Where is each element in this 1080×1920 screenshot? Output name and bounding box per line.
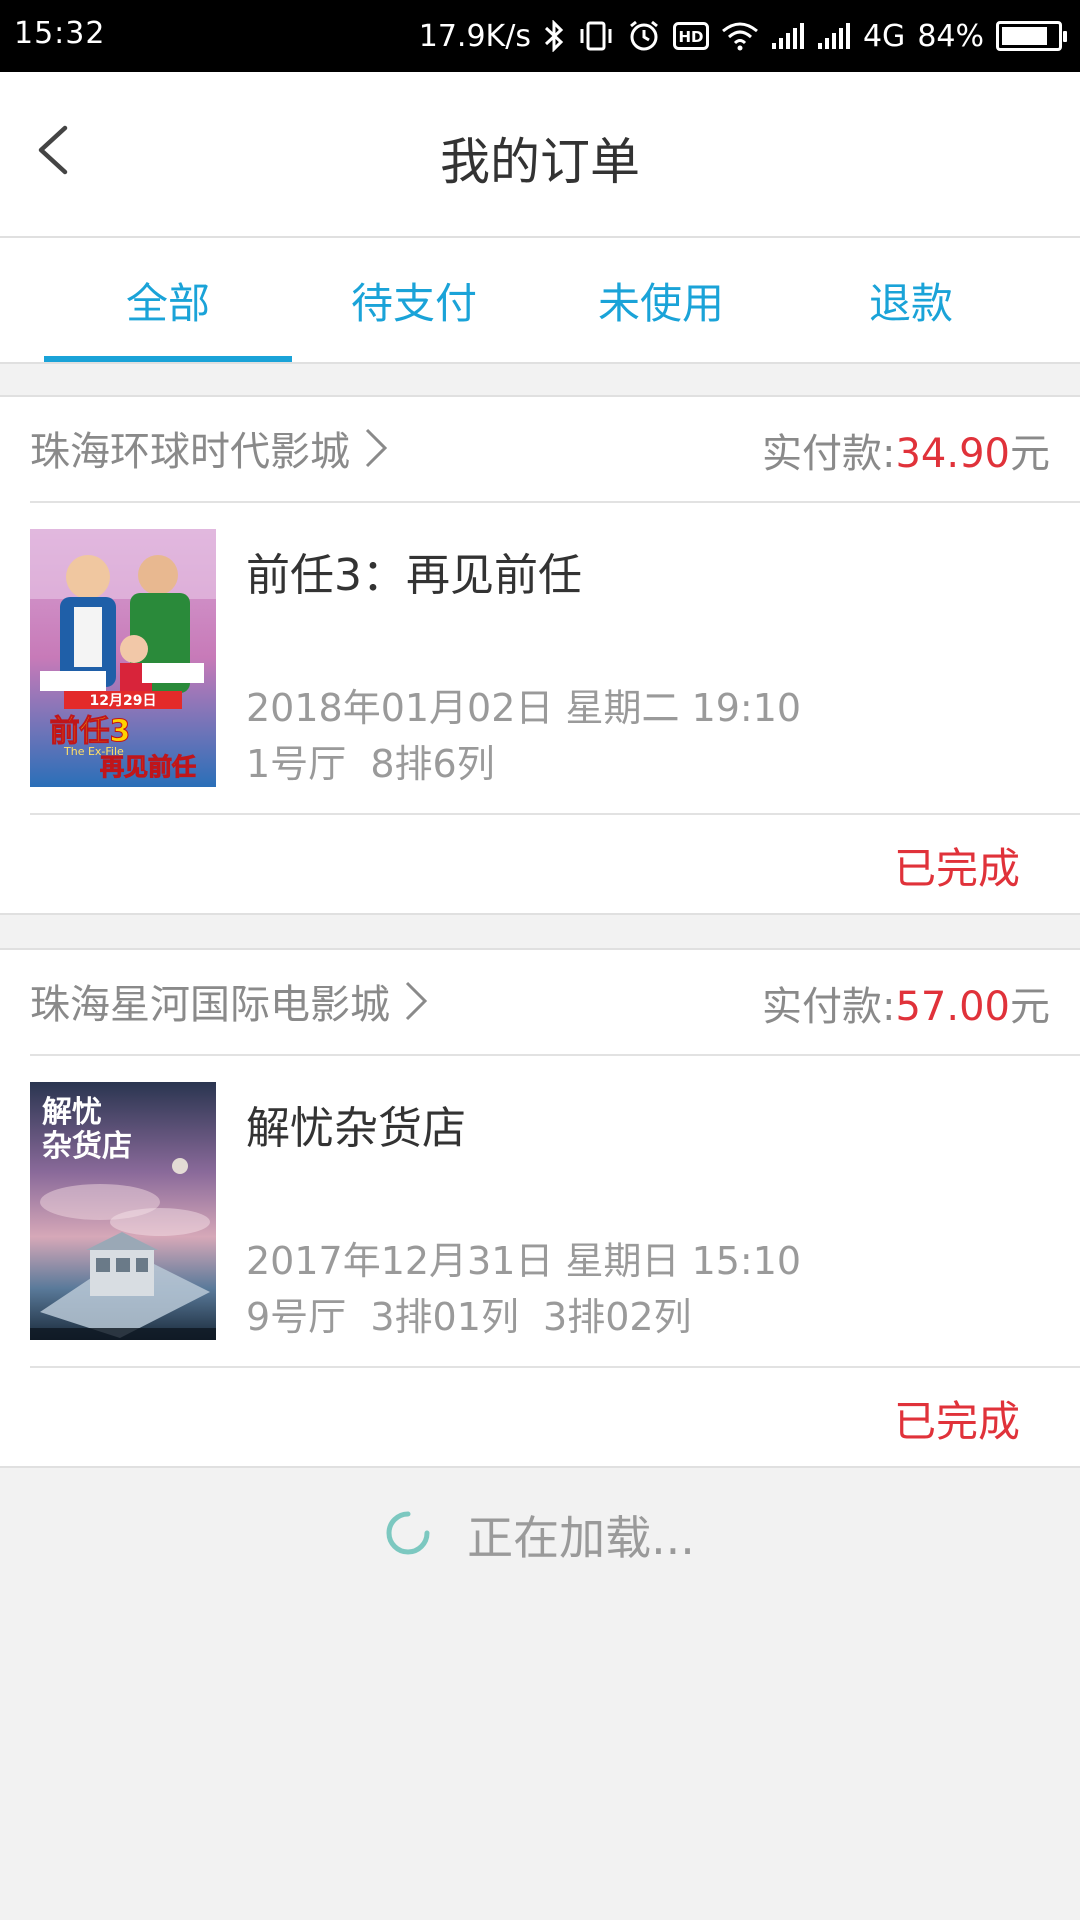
- tab-unused[interactable]: 未使用: [536, 238, 786, 362]
- tab-refund[interactable]: 退款: [786, 238, 1036, 362]
- hall-seats: 1号厅 8排6列: [246, 742, 495, 786]
- bluetooth-icon: [543, 20, 565, 52]
- movie-title: 解忧杂货店: [246, 1103, 466, 1154]
- showtime: 2018年01月02日 星期二 19:10: [246, 686, 802, 730]
- paid-amount: 实付款:34.90元: [762, 421, 1050, 479]
- chevron-right-icon: [364, 427, 388, 469]
- order-detail[interactable]: 12月29日 前任3 The Ex-File 再见前任 前任3：再见前任 201…: [30, 503, 1080, 815]
- order-card: 珠海环球时代影城 实付款:34.90元 12月29日 前任3 The Ex-Fi…: [0, 395, 1080, 915]
- battery-percent: 84%: [917, 18, 984, 54]
- loading-indicator: 正在加载...: [0, 1470, 1080, 1600]
- network-speed: 17.9K/s: [418, 18, 531, 54]
- svg-text:再见前任: 再见前任: [100, 753, 196, 781]
- order-card-header: 珠海环球时代影城 实付款:34.90元: [30, 397, 1080, 503]
- tab-pending-payment[interactable]: 待支付: [292, 238, 536, 362]
- page-title: 我的订单: [440, 133, 640, 191]
- wifi-icon: [721, 21, 759, 51]
- battery-icon: [996, 21, 1067, 51]
- cinema-name: 珠海环球时代影城: [30, 429, 350, 475]
- tab-all[interactable]: 全部: [44, 238, 292, 362]
- movie-poster: 12月29日 前任3 The Ex-File 再见前任: [30, 529, 216, 787]
- hall-seats: 9号厅 3排01列 3排02列: [246, 1295, 692, 1339]
- order-card: 珠海星河国际电影城 实付款:57.00元 解忧 杂货店 解忧杂货店 2017年1…: [0, 948, 1080, 1468]
- order-detail[interactable]: 解忧 杂货店 解忧杂货店 2017年12月31日 星期日 15:10 9号厅 3…: [30, 1056, 1080, 1368]
- amount-value: 57.00: [895, 984, 1010, 1030]
- hd-icon: HD: [672, 22, 709, 50]
- signal-icon: [771, 21, 805, 51]
- movie-title: 前任3：再见前任: [246, 550, 582, 601]
- signal-icon-2: [817, 21, 851, 51]
- spinner-icon: [385, 1510, 431, 1560]
- paid-amount: 实付款:57.00元: [762, 974, 1050, 1032]
- active-tab-indicator: [44, 356, 292, 362]
- showtime: 2017年12月31日 星期日 15:10: [246, 1239, 802, 1283]
- tab-bar: 全部 待支付 未使用 退款: [0, 238, 1080, 364]
- svg-text:杂货店: 杂货店: [42, 1129, 132, 1164]
- order-card-header: 珠海星河国际电影城 实付款:57.00元: [30, 950, 1080, 1056]
- status-right-group: 17.9K/s HD 4G 84%: [418, 0, 1067, 72]
- nav-header: 我的订单: [0, 72, 1080, 238]
- paid-label: 实付款:: [762, 984, 896, 1030]
- currency-label: 元: [1010, 984, 1050, 1030]
- cinema-link[interactable]: 珠海星河国际电影城: [30, 972, 428, 1030]
- status-bar: 15:32 17.9K/s HD 4G 84%: [0, 0, 1080, 72]
- cinema-link[interactable]: 珠海环球时代影城: [30, 419, 388, 477]
- svg-text:12月29日: 12月29日: [90, 693, 157, 709]
- amount-value: 34.90: [895, 431, 1010, 477]
- cinema-name: 珠海星河国际电影城: [30, 982, 390, 1028]
- loading-text: 正在加载...: [467, 1511, 695, 1565]
- movie-poster: 解忧 杂货店: [30, 1082, 216, 1340]
- status-time: 15:32: [14, 16, 106, 51]
- svg-text:HD: HD: [678, 28, 703, 46]
- vibrate-icon: [577, 20, 615, 52]
- currency-label: 元: [1010, 431, 1050, 477]
- chevron-right-icon: [404, 980, 428, 1022]
- order-status: 已完成: [893, 1397, 1020, 1446]
- svg-text:解忧: 解忧: [42, 1095, 102, 1130]
- network-type: 4G: [862, 18, 906, 54]
- alarm-icon: [627, 19, 661, 53]
- svg-text:前任3: 前任3: [50, 714, 131, 749]
- paid-label: 实付款:: [762, 431, 896, 477]
- order-status: 已完成: [893, 844, 1020, 893]
- battery-fill: [1002, 27, 1047, 45]
